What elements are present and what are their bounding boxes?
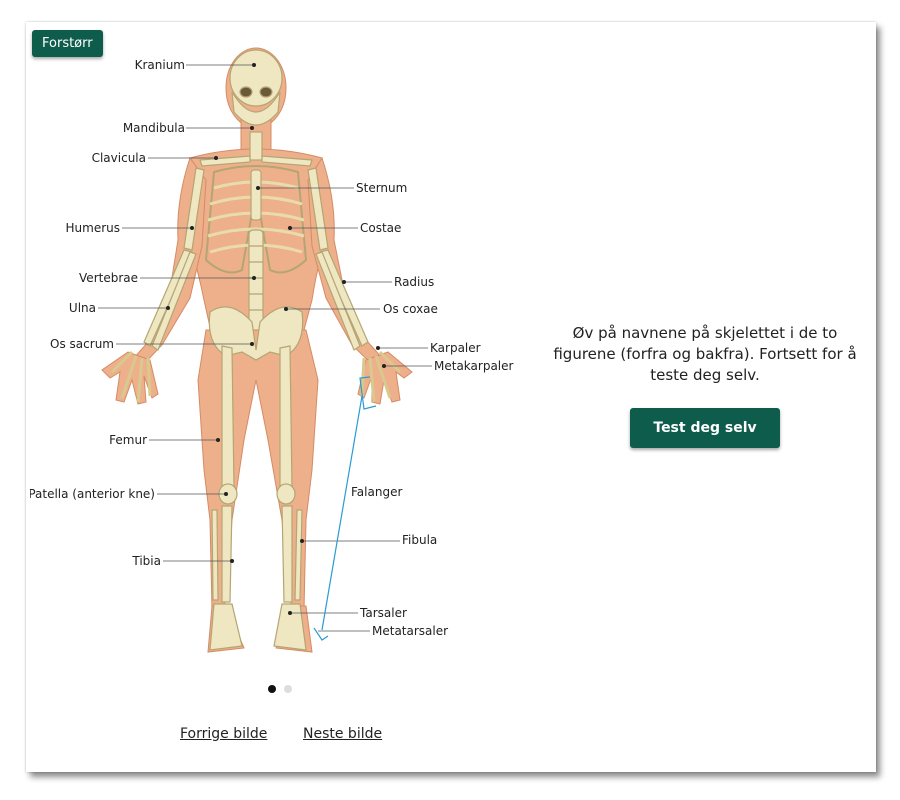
label-ulna: Ulna [69,301,96,315]
label-karpaler: Karpaler [430,341,481,355]
previous-image-link[interactable]: Forrige bilde [180,726,267,742]
next-image-link[interactable]: Neste bilde [303,726,382,742]
label-humerus: Humerus [66,221,121,235]
label-tarsaler: Tarsaler [359,606,407,620]
label-femur: Femur [109,433,147,447]
label-patella: Patella (anterior kne) [30,487,155,501]
practice-panel: Øv på navnene på skjelettet i de to figu… [545,323,865,448]
enlarge-button[interactable]: Forstørr [32,30,103,57]
label-sternum: Sternum [356,181,407,195]
label-metatarsaler: Metatarsaler [372,624,448,638]
label-tibia: Tibia [131,554,161,568]
falanger-bracket [313,376,377,641]
label-radius: Radius [394,275,434,289]
skeleton-figure: Kranium Mandibula Clavicula Humerus Vert… [30,40,530,670]
carousel-dot-1[interactable] [268,685,276,693]
label-os-coxae: Os coxae [383,302,438,316]
test-yourself-button[interactable]: Test deg selv [630,408,780,448]
label-metakarpaler: Metakarpaler [434,359,514,373]
practice-instructions: Øv på navnene på skjelettet i de to figu… [553,324,857,384]
carousel-dot-2[interactable] [284,685,292,693]
label-os-sacrum: Os sacrum [50,337,114,351]
label-kranium: Kranium [135,58,185,72]
label-fibula: Fibula [402,533,437,547]
carousel-dots [268,685,292,693]
skeleton-illustration: Kranium Mandibula Clavicula Humerus Vert… [30,47,514,653]
label-mandibula: Mandibula [123,121,185,135]
label-falanger: Falanger [351,485,402,499]
label-costae: Costae [360,221,401,235]
label-clavicula: Clavicula [92,151,146,165]
label-vertebrae: Vertebrae [79,271,138,285]
